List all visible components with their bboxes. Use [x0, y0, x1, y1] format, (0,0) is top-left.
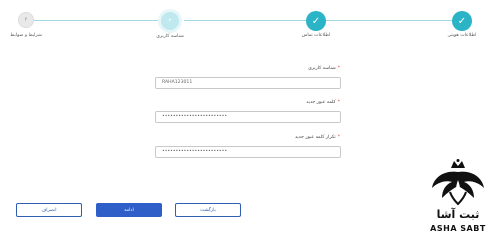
check-icon: ✓: [457, 15, 467, 27]
progress-stepper: ۴ شرایط و ضوابط ۳ شناسه کاربری ✓ اطلاعات…: [0, 0, 500, 50]
back-button[interactable]: بازگشت: [175, 203, 241, 217]
step-4-indicator: ۴: [18, 12, 34, 28]
stepper-connector: [30, 20, 158, 21]
step-1-indicator: ✓: [452, 11, 472, 31]
required-mark: *: [337, 135, 340, 140]
password-repeat-value: ••••••••••••••••••••••••: [162, 149, 228, 154]
username-label: *شناسه کاربری: [308, 66, 340, 71]
step-4-label: شرایط و ضوابط: [10, 33, 42, 38]
step-2-label: اطلاعات تماس: [301, 33, 331, 38]
brand-logo: ثبت آشا ASHA SABT: [418, 158, 498, 235]
password-repeat-label-text: تکرار کلمه عبور جدید: [294, 135, 336, 140]
logo-text-en: ASHA SABT: [430, 224, 486, 233]
password-repeat-input[interactable]: ••••••••••••••••••••••••: [155, 146, 341, 158]
stepper-connector: [184, 20, 306, 21]
continue-button[interactable]: ادامه: [96, 203, 162, 217]
step-3-label: شناسه کاربری: [156, 34, 184, 39]
username-label-text: شناسه کاربری: [308, 66, 336, 71]
crown-wing-icon: [432, 159, 484, 206]
logo-text-fa: ثبت آشا: [436, 208, 480, 221]
check-icon: ✓: [311, 15, 321, 27]
step-2-indicator: ✓: [306, 11, 326, 31]
step-3-number: ۳: [168, 18, 172, 24]
stepper-connector: [326, 20, 452, 21]
password-value: ••••••••••••••••••••••••: [162, 114, 228, 119]
username-value: RAHA123011: [162, 80, 193, 85]
password-input[interactable]: ••••••••••••••••••••••••: [155, 111, 341, 123]
required-mark: *: [337, 66, 340, 71]
password-repeat-label: *تکرار کلمه عبور جدید: [295, 135, 340, 140]
step-4-number: ۴: [24, 17, 28, 23]
username-input[interactable]: RAHA123011: [155, 77, 341, 89]
step-1-label: اطلاعات هویتی: [447, 33, 477, 38]
password-label-text: کلمه عبور جدید: [306, 100, 336, 105]
required-mark: *: [337, 100, 340, 105]
cancel-button[interactable]: انصراف: [16, 203, 82, 217]
password-label: *کلمه عبور جدید: [306, 100, 340, 105]
step-3-indicator: ۳: [158, 9, 182, 33]
